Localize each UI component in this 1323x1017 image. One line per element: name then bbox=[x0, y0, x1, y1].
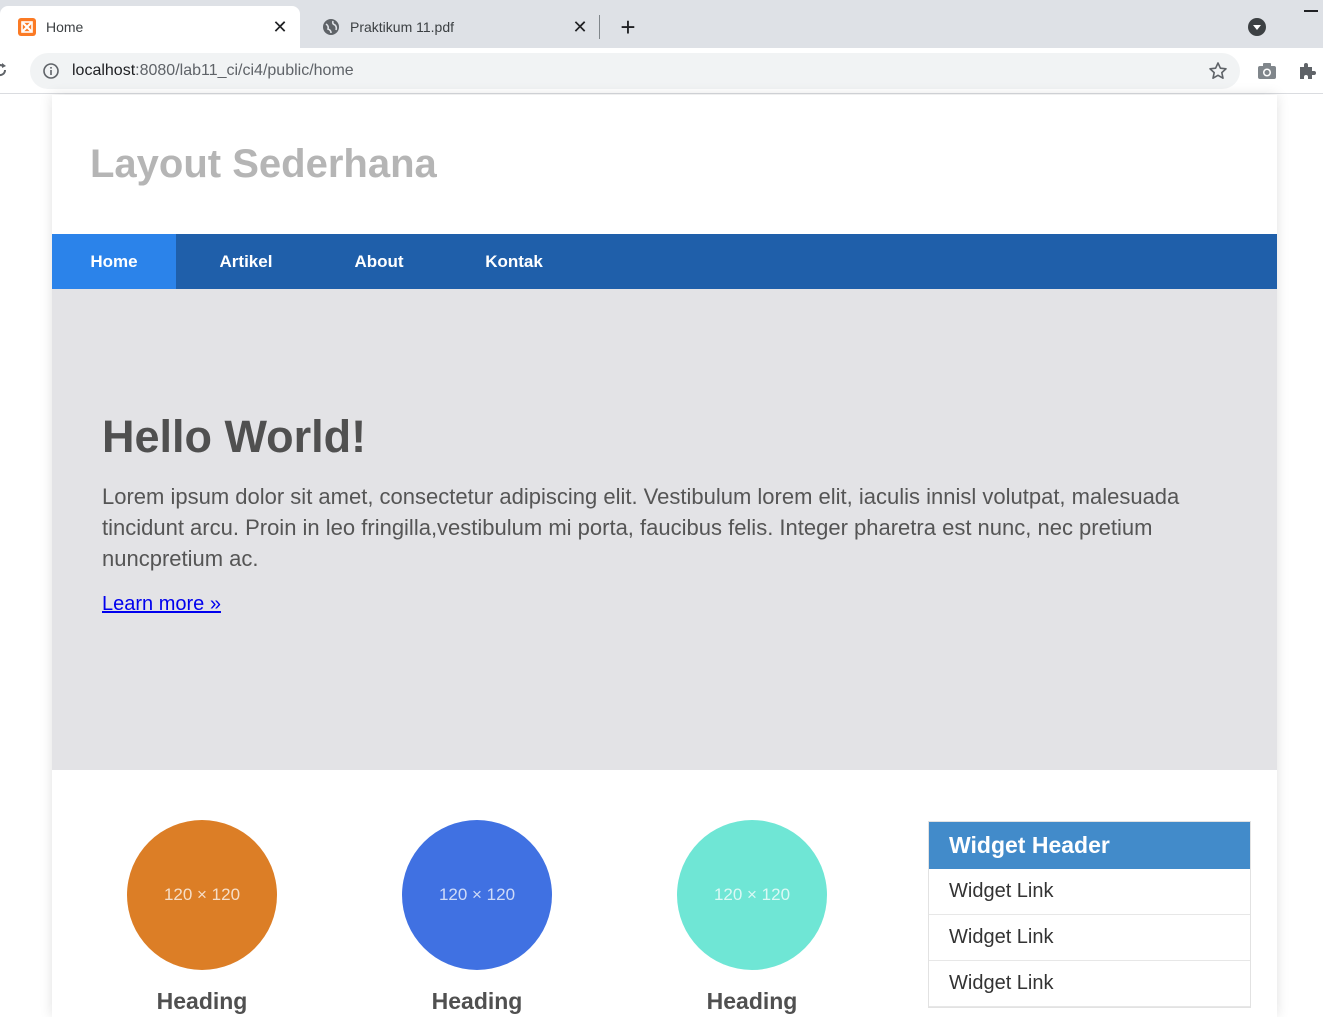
learn-more-link[interactable]: Learn more » bbox=[102, 593, 221, 616]
widget-header: Widget Header bbox=[929, 822, 1250, 869]
widget-link[interactable]: Widget Link bbox=[929, 869, 1250, 915]
close-tab-icon[interactable]: ✕ bbox=[568, 15, 592, 39]
hero-text: Lorem ipsum dolor sit amet, consectetur … bbox=[102, 484, 1180, 571]
site-title: Layout Sederhana bbox=[90, 142, 437, 186]
feature-card: 120 × 120 Heading bbox=[677, 820, 827, 1015]
nav-kontak[interactable]: Kontak bbox=[442, 234, 586, 289]
main-nav: Home Artikel About Kontak bbox=[52, 234, 1277, 289]
feature-card: 120 × 120 Heading bbox=[402, 820, 552, 1015]
camera-icon[interactable] bbox=[1256, 60, 1278, 82]
xampp-icon bbox=[17, 17, 37, 37]
globe-icon bbox=[321, 17, 341, 37]
site-header: Layout Sederhana bbox=[52, 95, 1277, 234]
placeholder-image: 120 × 120 bbox=[677, 820, 827, 970]
content-section: 120 × 120 Heading 120 × 120 Heading 120 … bbox=[52, 770, 1277, 1017]
browser-tab-strip: Home ✕ Praktikum 11.pdf ✕ + bbox=[0, 0, 1323, 48]
feature-heading: Heading bbox=[156, 988, 248, 1014]
nav-artikel[interactable]: Artikel bbox=[176, 234, 316, 289]
address-bar[interactable]: localhost:8080/lab11_ci/ci4/public/home bbox=[30, 53, 1240, 89]
url-path: :8080/lab11_ci/ci4/public/home bbox=[135, 62, 354, 79]
new-tab-plus-icon[interactable]: + bbox=[614, 13, 642, 41]
tab-separator bbox=[599, 15, 600, 39]
placeholder-image: 120 × 120 bbox=[127, 820, 277, 970]
tab-title: Praktikum 11.pdf bbox=[350, 19, 455, 35]
extensions-puzzle-icon[interactable] bbox=[1296, 60, 1318, 82]
web-page: Layout Sederhana Home Artikel About Kont… bbox=[52, 95, 1277, 1017]
tab-home[interactable]: Home ✕ bbox=[0, 6, 300, 48]
tab-title: Home bbox=[46, 19, 84, 35]
nav-home[interactable]: Home bbox=[52, 234, 176, 289]
tab-search-icon[interactable] bbox=[1246, 16, 1268, 38]
feature-heading: Heading bbox=[431, 988, 523, 1014]
hero-heading: Hello World! bbox=[102, 411, 367, 462]
feature-card: 120 × 120 Heading bbox=[127, 820, 277, 1015]
hero-section: Hello World! Lorem ipsum dolor sit amet,… bbox=[52, 289, 1277, 770]
placeholder-image: 120 × 120 bbox=[402, 820, 552, 970]
url-text: localhost:8080/lab11_ci/ci4/public/home bbox=[72, 62, 354, 80]
tab-pdf[interactable]: Praktikum 11.pdf ✕ bbox=[304, 6, 600, 48]
reload-icon[interactable] bbox=[0, 59, 12, 81]
site-info-icon[interactable] bbox=[42, 62, 60, 80]
widget-link[interactable]: Widget Link bbox=[929, 961, 1250, 1007]
feature-heading: Heading bbox=[706, 988, 798, 1014]
sidebar-widget: Widget Header Widget Link Widget Link Wi… bbox=[928, 821, 1251, 1008]
bookmark-star-icon[interactable] bbox=[1208, 61, 1228, 81]
close-tab-icon[interactable]: ✕ bbox=[268, 15, 292, 39]
widget-link[interactable]: Widget Link bbox=[929, 915, 1250, 961]
nav-about[interactable]: About bbox=[316, 234, 442, 289]
minimize-window-icon[interactable] bbox=[1304, 10, 1318, 12]
url-host: localhost bbox=[72, 62, 136, 79]
